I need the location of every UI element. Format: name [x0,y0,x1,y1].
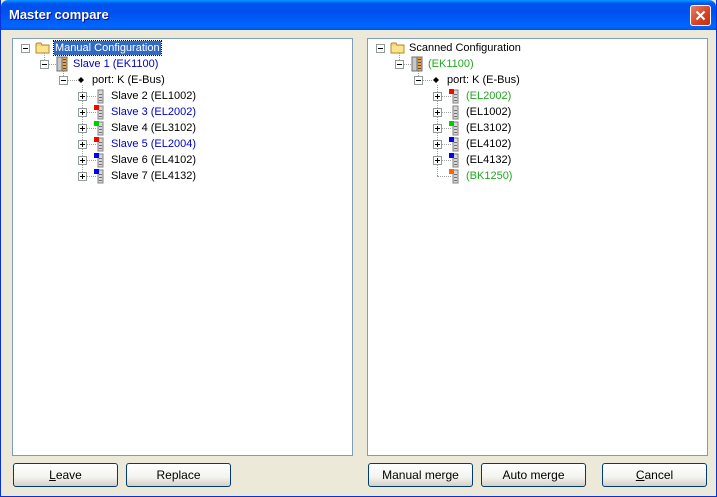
tree-node-label: Slave 5 (EL2004) [111,138,196,150]
master-compare-dialog: Master compare Manual Configuration Slave… [0,0,717,497]
tree-node-label: (EL3102) [466,122,512,134]
collapse-minus-icon[interactable] [21,44,30,53]
expand-plus-icon[interactable] [78,124,87,133]
tree-node-label: (BK1250) [466,170,513,182]
expand-plus-icon[interactable] [78,140,87,149]
expand-plus-icon[interactable] [78,172,87,181]
tree-node[interactable]: (EL2002) [368,88,698,104]
tree-node[interactable]: Slave 6 (EL4102) [13,152,343,168]
replace-button[interactable]: Replace [126,463,231,487]
tree-node-label: Slave 6 (EL4102) [111,154,196,166]
leave-button[interactable]: Leave [13,463,118,487]
leave-button-label: Leave [49,468,82,482]
tree-node[interactable]: Slave 1 (EK1100) [13,56,343,72]
expand-plus-icon[interactable] [433,108,442,117]
terminal-blue-icon [92,168,108,187]
tree-node-label: Slave 3 (EL2002) [111,106,196,118]
tree-node-label: Scanned Configuration [409,42,521,54]
tree-node-label: Slave 1 (EK1100) [73,58,159,70]
tree-node[interactable]: port: K (E-Bus) [368,72,698,88]
manual-configuration-pane[interactable]: Manual Configuration Slave 1 (EK1100) port… [12,38,353,456]
title-bar[interactable]: Master compare [1,0,716,30]
terminal-orange-icon [447,168,463,187]
manual-merge-button[interactable]: Manual merge [368,463,473,487]
tree-node[interactable]: Slave 4 (EL3102) [13,120,343,136]
cancel-button-label: Cancel [635,468,674,482]
tree-node-label: Slave 7 (EL4132) [111,170,196,182]
expand-plus-icon[interactable] [433,92,442,101]
close-icon [695,10,706,21]
collapse-minus-icon[interactable] [40,60,49,69]
manual-configuration-tree[interactable]: Manual Configuration Slave 1 (EK1100) port… [13,39,352,455]
tree-node-label: port: K (E-Bus) [92,74,165,86]
replace-button-label: Replace [156,468,201,482]
expand-plus-icon[interactable] [78,108,87,117]
tree-node-label: (EL1002) [466,106,512,118]
tree-node[interactable]: (EL4132) [368,152,698,168]
tree-node[interactable]: Slave 7 (EL4132) [13,168,343,184]
expand-plus-icon[interactable] [78,156,87,165]
collapse-minus-icon[interactable] [376,44,385,53]
scanned-configuration-tree[interactable]: Scanned Configuration (EK1100) port: K (E-… [368,39,707,455]
scanned-configuration-pane[interactable]: Scanned Configuration (EK1100) port: K (E-… [367,38,708,456]
tree-node[interactable]: (EL4102) [368,136,698,152]
expand-plus-icon[interactable] [433,124,442,133]
tree-node[interactable]: (EL3102) [368,120,698,136]
expand-plus-icon[interactable] [433,140,442,149]
tree-node[interactable]: Slave 3 (EL2002) [13,104,343,120]
tree-node[interactable]: port: K (E-Bus) [13,72,343,88]
tree-node[interactable]: Manual Configuration [13,40,343,56]
tree-node[interactable]: (EL1002) [368,104,698,120]
tree-node-label: (EL4132) [466,154,512,166]
tree-node-label: (EL2002) [466,90,512,102]
window-title: Master compare [9,7,109,22]
tree-node[interactable]: Slave 5 (EL2004) [13,136,343,152]
tree-node-label: Manual Configuration [53,40,162,56]
tree-node-label: (EK1100) [428,58,474,70]
tree-node-label: port: K (E-Bus) [447,74,520,86]
tree-node-label: Slave 4 (EL3102) [111,122,196,134]
cancel-button[interactable]: Cancel [602,463,707,487]
tree-node[interactable]: Scanned Configuration [368,40,698,56]
tree-node[interactable]: (BK1250) [368,168,698,184]
auto-merge-button-label: Auto merge [502,468,565,482]
collapse-minus-icon[interactable] [59,76,68,85]
tree-node[interactable]: (EK1100) [368,56,698,72]
close-button[interactable] [690,5,711,26]
tree-node-label: (EL4102) [466,138,512,150]
expand-plus-icon[interactable] [433,156,442,165]
tree-node[interactable]: Slave 2 (EL1002) [13,88,343,104]
collapse-minus-icon[interactable] [414,76,423,85]
auto-merge-button[interactable]: Auto merge [481,463,586,487]
collapse-minus-icon[interactable] [395,60,404,69]
manual-merge-button-label: Manual merge [382,468,459,482]
expand-plus-icon[interactable] [78,92,87,101]
tree-node-label: Slave 2 (EL1002) [111,90,196,102]
